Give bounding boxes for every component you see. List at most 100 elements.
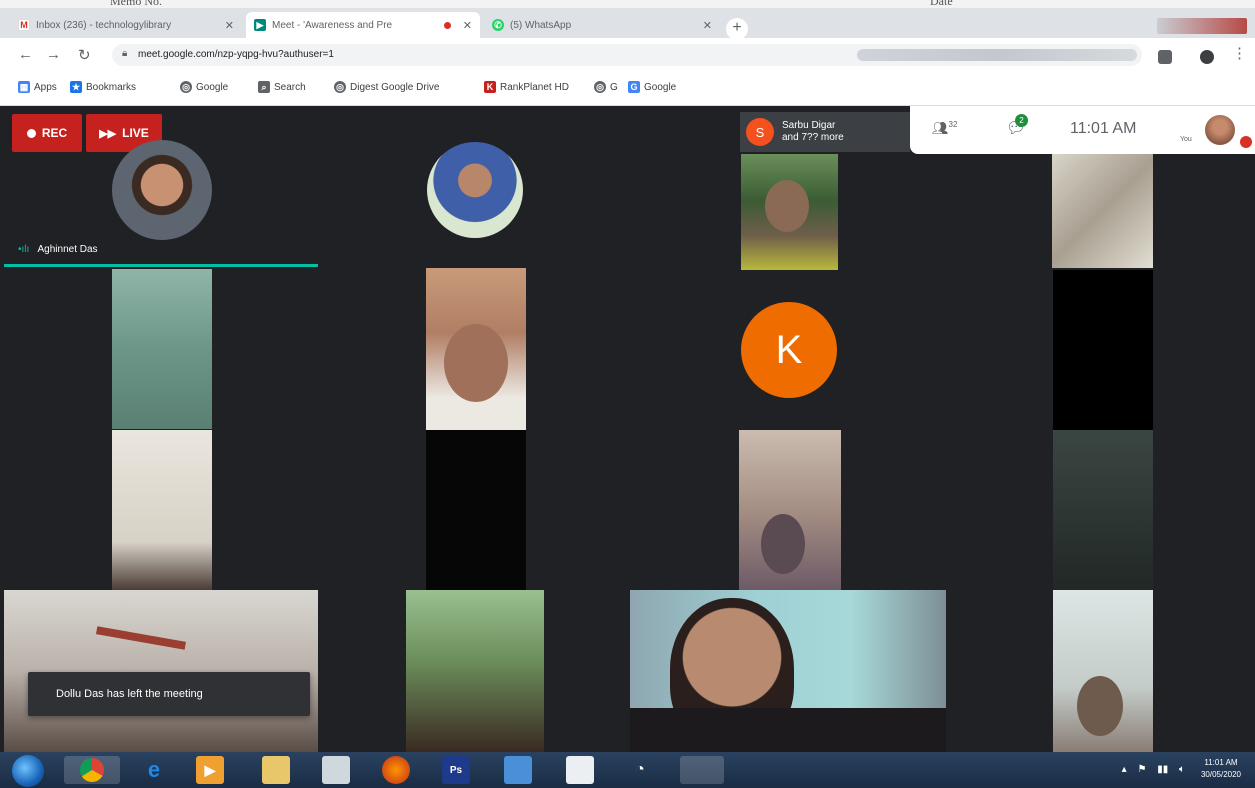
browser-toolbar: ← → ↻ 🔒︎ meet.google.com/nzp-yqpg-hvu?au… [0,38,1255,72]
system-date: 30/05/2020 [1200,770,1241,779]
bookmark-apps[interactable]: ▦ Apps [18,81,57,93]
chat-more-count: and 7?? more [782,132,844,143]
meet-top-bar: 👥︎32 💬︎ 2 11:01 AM You [910,106,1255,154]
close-tab-icon[interactable]: ✕ [703,19,712,32]
participant-video-tile[interactable] [1052,154,1153,268]
recording-indicator-icon [443,21,451,29]
menu-kebab-icon[interactable]: ⋮ [1232,44,1247,62]
chrome-taskbar-icon[interactable] [64,756,120,784]
participant-avatar-aghinnet [112,140,212,240]
apps-icon: ▦ [18,81,30,93]
address-bar[interactable]: 🔒︎ meet.google.com/nzp-yqpg-hvu?authuser… [112,44,1142,66]
people-button[interactable]: 👥︎32 [932,120,957,136]
participant-video-tile[interactable] [112,430,212,590]
reload-icon[interactable]: ↻ [78,46,91,64]
photoshop-taskbar-icon[interactable]: Ps [442,756,470,784]
participant-video-tile-main[interactable] [630,590,946,752]
record-dot-icon [26,128,36,138]
participant-video-tile[interactable] [426,268,526,430]
participant-video-tile[interactable] [1053,430,1153,590]
bookmark-google[interactable]: ◎ Google [180,81,228,93]
bookmarks-bar: ▦ Apps ★ Bookmarks ◎ Google ⌕ Search ◎ D… [0,72,1255,106]
browser-tab-bar: M Inbox (236) - technologylibrary ✕ ▶ Me… [0,8,1255,40]
participant-video-tile[interactable] [1053,590,1153,752]
bookmark-google-2[interactable]: G Google [628,81,676,93]
close-tab-icon[interactable]: ✕ [463,19,472,32]
close-tab-icon[interactable]: ✕ [225,19,234,32]
tab-meet[interactable]: ▶ Meet - 'Awareness and Pre ✕ [246,12,480,38]
tab-title: Meet - 'Awareness and Pre [272,19,393,31]
chat-sender-avatar: S [746,118,774,146]
tab-gmail[interactable]: M Inbox (236) - technologylibrary ✕ [10,12,242,38]
bookmark-search[interactable]: ⌕ Search [258,81,306,93]
notepad-taskbar-icon[interactable] [566,756,594,784]
active-speaker-indicator [4,264,318,267]
people-icon: 👥︎ [932,120,949,136]
participant-video-tile[interactable] [426,430,526,590]
forward-arrow-icon[interactable]: → [46,46,61,63]
live-icon: ▶▶ [99,127,117,140]
document-taskbar-icon[interactable] [322,756,350,784]
rec-button[interactable]: REC [12,114,82,152]
start-button[interactable] [12,755,44,787]
star-icon: ★ [70,81,82,93]
screenshot-root: Memo No. Date M Inbox (236) - technology… [0,0,1255,788]
profile-icon[interactable] [1200,50,1214,64]
chat-sender-name: Sarbu Digar [782,120,836,131]
participant-video-tile[interactable] [406,590,544,752]
tab-whatsapp[interactable]: ✆ (5) WhatsApp ✕ [484,12,720,38]
firefox-taskbar-icon[interactable] [382,756,410,784]
participant-avatar-k: K [741,302,837,398]
tab-title: Inbox (236) - technologylibrary [36,19,172,31]
folder-taskbar-icon[interactable] [262,756,290,784]
calculator-taskbar-icon[interactable] [504,756,532,784]
system-tray[interactable]: ▴ ⚑ ▮▮ 🔈︎ [1122,764,1185,775]
self-avatar[interactable] [1205,115,1235,145]
system-time: 11:01 AM [1204,758,1238,767]
search-icon: ⌕ [258,81,270,93]
network-icon[interactable]: ▮▮ [1157,764,1168,775]
back-arrow-icon[interactable]: ← [18,46,33,63]
participant-video-tile[interactable] [112,269,212,429]
speedometer-icon[interactable]: ◔ [626,756,654,784]
bookmark-rankplanet[interactable]: K RankPlanet HD [484,81,569,93]
tray-up-arrow-icon[interactable]: ▴ [1122,764,1127,775]
gmail-icon: M [18,19,30,31]
meet-icon: ▶ [254,19,266,31]
globe-icon: ◎ [180,81,192,93]
meet-video-grid: REC ▶▶ LIVE •ılı Aghinnet Das S Sarbu Di… [0,106,1255,752]
paper-edge: Memo No. Date [0,0,1255,8]
participant-left-toast: Dollu Das has left the meeting [28,672,310,716]
tab-title: (5) WhatsApp [510,19,572,31]
bookmark-g[interactable]: ◎ G [594,81,618,93]
participant-video-tile[interactable] [1053,270,1153,430]
flag-icon[interactable]: ⚑ [1137,764,1146,775]
meeting-clock: 11:01 AM [1070,120,1137,137]
volume-icon[interactable]: 🔈︎ [1179,764,1185,775]
chat-button[interactable]: 💬︎ 2 [1006,114,1028,138]
mic-active-icon: •ılı [18,244,30,255]
chat-badge: 2 [1015,114,1028,127]
chat-notification[interactable]: S Sarbu Digar and 7?? more [740,112,910,152]
media-player-taskbar-icon[interactable]: ▶ [196,756,224,784]
globe-icon: ◎ [594,81,606,93]
participant-video-tile[interactable] [4,590,318,752]
window-taskbar-icon[interactable] [680,756,724,784]
window-controls[interactable] [1157,18,1247,34]
url-text: meet.google.com/nzp-yqpg-hvu?authuser=1 [138,49,334,60]
windows-taskbar: e ▶ Ps ◔ ▴ ⚑ ▮▮ 🔈︎ 11:01 AM 30/05/2020 [0,752,1255,788]
globe-icon: ◎ [334,81,346,93]
participant-video-tile[interactable] [741,154,838,270]
speaker-name-tag: •ılı Aghinnet Das [18,244,98,255]
self-recording-icon [1240,136,1252,148]
you-label: You [1180,136,1192,143]
ie-taskbar-icon[interactable]: e [140,756,168,784]
participant-video-tile[interactable] [739,430,841,590]
new-tab-button[interactable]: + [726,18,748,40]
omnibox-actions[interactable] [857,49,1137,61]
system-clock[interactable]: 11:01 AM 30/05/2020 [1201,757,1241,781]
rank-icon: K [484,81,496,93]
bookmark-digest[interactable]: ◎ Digest Google Drive [334,81,439,93]
extension-icon[interactable] [1158,50,1172,64]
bookmark-bookmarks[interactable]: ★ Bookmarks [70,81,136,93]
